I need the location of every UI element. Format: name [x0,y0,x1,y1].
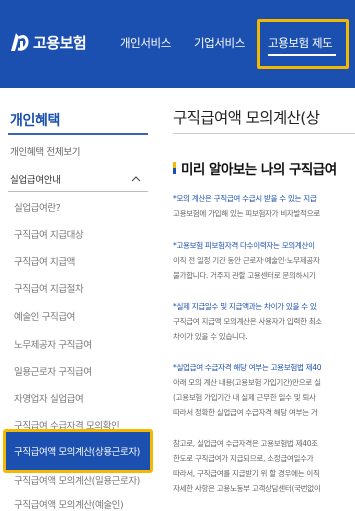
sidebar-item-eligibility[interactable]: 구직급여 지급대상 [14,227,84,241]
chevron-up-icon[interactable] [130,170,142,182]
logo-text: 고용보험 [33,33,87,52]
notice-line: 고용보험에 가입해 있는 피보험자가 비자발적으로 [173,209,320,218]
notice-line: *모의 계산은 구직급여 수급시 받을 수 있는 지급 [173,194,317,203]
sidebar-item-procedure[interactable]: 구직급여 지급절차 [14,281,84,295]
notice-line: 아래 모의 계산 내용(고용보험 가입기간)만으로 실 [173,378,321,387]
sidebar-item-labor-providers[interactable]: 노무제공자 구직급여 [14,337,92,351]
notice-line: 따라서, 구직급여를 지급받기 위 할 경우에는 이직 [173,469,320,478]
notice-line: *실제 지급일수 및 지급액과는 차이가 있을 수 있 [173,302,317,311]
site-logo[interactable]: 고용보험 [8,28,87,56]
nav-business-services[interactable]: 기업서비스 [194,35,245,51]
section-marker-blue [173,168,176,174]
nav-highlight-box [257,19,349,69]
sidebar-group-unemployment[interactable]: 실업급여안내 [10,172,61,186]
nav-personal-services[interactable]: 개인서비스 [120,35,171,51]
sidebar-item-daily-workers[interactable]: 일용근로자 구직급여 [14,364,92,378]
title-divider [173,133,355,134]
sidebar-divider [8,133,148,135]
sidebar-all-link[interactable]: 개인혜택 전체보기 [10,144,81,158]
page-title: 구직급여액 모의계산(상 [173,109,320,127]
notice-line: 구직급여 지급액 모의계산은 사용자가 입력한 최소 [173,317,323,326]
sidebar-title: 개인혜택 [10,113,60,129]
notice-line: 따라서 정확한 실업급여 수급자격 해당 여부는 거 [173,408,318,417]
notice-line: (고용보험 가입기간 내 실제 근무한 일수 및 퇴사 [173,393,316,402]
notice-line: 차이가 있을 수 있습니다. [173,332,248,341]
notice-line: *실업급여 수급자격 해당 여부는 고용보험법 제40 [173,363,322,372]
sidebar-item-calc-daily[interactable]: 구직급여액 모의계산(일용근로자) [14,473,140,487]
section-title: 미리 알아보는 나의 구직급여 [181,162,337,178]
notice-line: 한도로 구직급여가 지급되므로, 소정급여일수가 [173,454,314,463]
notice-line: 이직 전 일정 기간 동안 근로자·예술인·노무제공자 [173,256,320,265]
sidebar-active-highlight [3,429,153,473]
sidebar-item-what-is[interactable]: 실업급여란? [14,200,61,214]
sidebar-item-amount[interactable]: 구직급여 지급액 [14,254,75,268]
notice-line: 참고로, 실업급여 수급자격은 고용보험법 제40조 [173,439,318,448]
notice-line: *고용보험 피보험자격 다수이력자는 모의계산이 [173,241,315,250]
site-header: 고용보험 개인서비스 기업서비스 고용보험 제도 [0,0,355,88]
notice-line: 불가합니다. 거주지 관할 고용센터로 문의하시기 [173,271,316,280]
sidebar-item-artists[interactable]: 예술인 구직급여 [14,309,75,323]
sidebar-group-divider [8,191,148,192]
sidebar-item-calc-artists[interactable]: 구직급여액 모의계산(예술인) [14,497,124,511]
sidebar-item-self-employed[interactable]: 자영업자 실업급여 [14,391,84,405]
notice-line: 자세한 사항은 고용노동부 고객상담센터(국번없이 [173,484,321,493]
logo-icon [8,30,30,54]
